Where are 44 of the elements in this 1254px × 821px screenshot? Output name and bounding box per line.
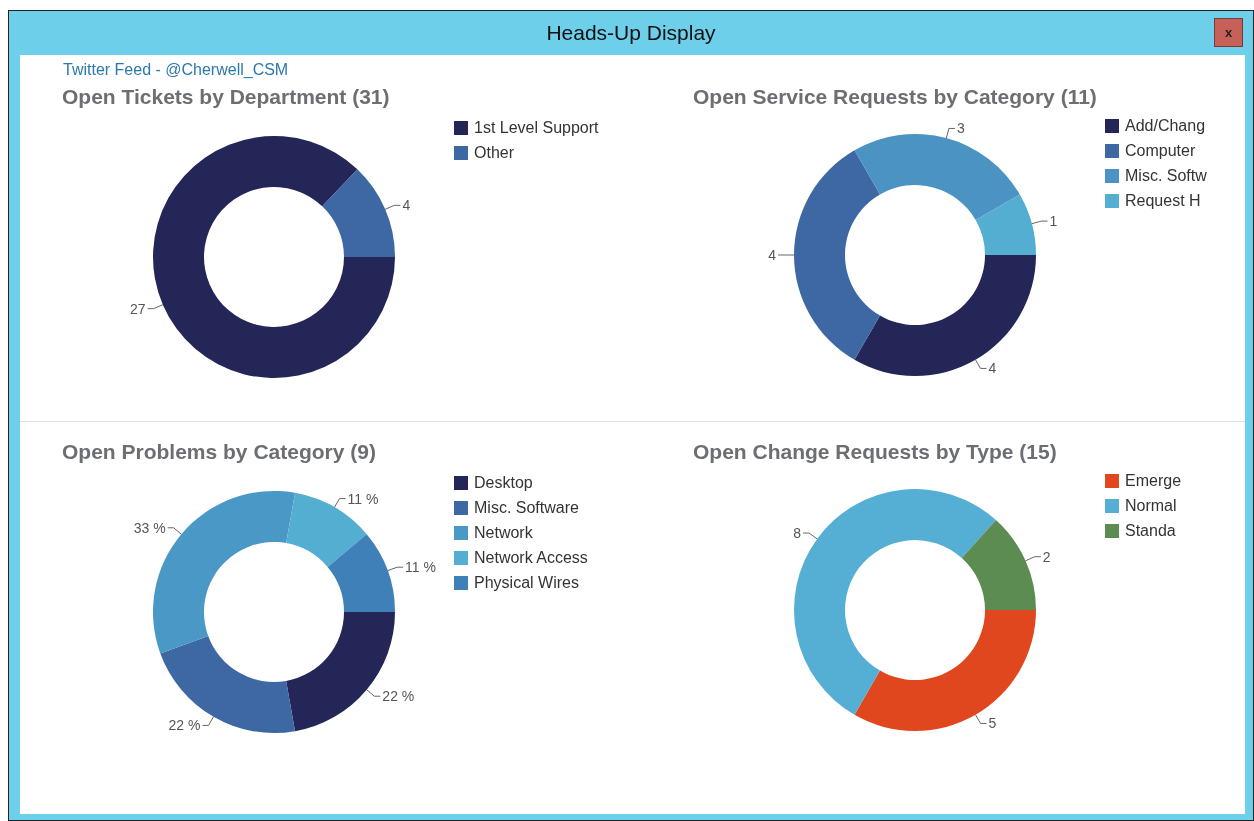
legend-label: Add/Chang	[1125, 117, 1206, 135]
data-label: 4	[402, 197, 411, 214]
data-label: 5	[988, 715, 997, 732]
feed-link[interactable]: Twitter Feed - @Cherwell_CSM	[63, 61, 289, 79]
data-label: 2	[1025, 548, 1051, 565]
legend-label: 1st Level Support	[474, 119, 599, 137]
data-label: 11 %	[334, 490, 379, 508]
data-label: 1	[1031, 213, 1058, 230]
data-label: 33 %	[133, 519, 182, 536]
legend-label: Request H	[1125, 192, 1201, 210]
legend-label: Misc. Softw	[1125, 167, 1207, 185]
legend-label: Normal	[1125, 497, 1177, 515]
chart-title: Open Service Requests by Category (11)	[693, 85, 1098, 109]
data-label: 3	[945, 120, 965, 139]
data-label: 4	[975, 359, 997, 377]
data-label: 8	[793, 525, 802, 541]
data-label: 27	[130, 300, 146, 317]
data-label: 8	[793, 525, 818, 541]
chart-title: Open Change Requests by Type (15)	[693, 440, 1058, 464]
data-label: 4	[768, 247, 795, 263]
close-button[interactable]: x	[1214, 18, 1243, 47]
data-label: 11 %	[387, 559, 436, 576]
legend-label: Standa	[1125, 522, 1176, 540]
legend-label: Other	[474, 144, 514, 162]
legend-label: Emerge	[1125, 472, 1182, 490]
window-title: Heads-Up Display	[546, 21, 716, 45]
legend-label: Network	[474, 524, 533, 542]
data-label: 1	[1049, 213, 1058, 230]
data-label: 27	[130, 300, 164, 317]
data-label: 4	[384, 197, 411, 214]
data-label: 22 %	[366, 688, 415, 705]
legend-label: Desktop	[474, 474, 533, 492]
data-label: 5	[975, 714, 997, 732]
data-label: 4	[768, 247, 777, 263]
data-label: 4	[988, 360, 997, 377]
chart-title: Open Problems by Category (9)	[62, 440, 377, 464]
legend-label: Computer	[1125, 142, 1196, 160]
chart-title: Open Tickets by Department (31)	[62, 85, 391, 109]
data-label: 3	[956, 120, 965, 137]
legend-label: Network Access	[474, 549, 588, 567]
data-label: 22 %	[168, 716, 214, 734]
legend-label: Physical Wires	[474, 574, 579, 592]
data-label: 2	[1042, 548, 1051, 565]
legend-label: Misc. Software	[474, 499, 579, 517]
